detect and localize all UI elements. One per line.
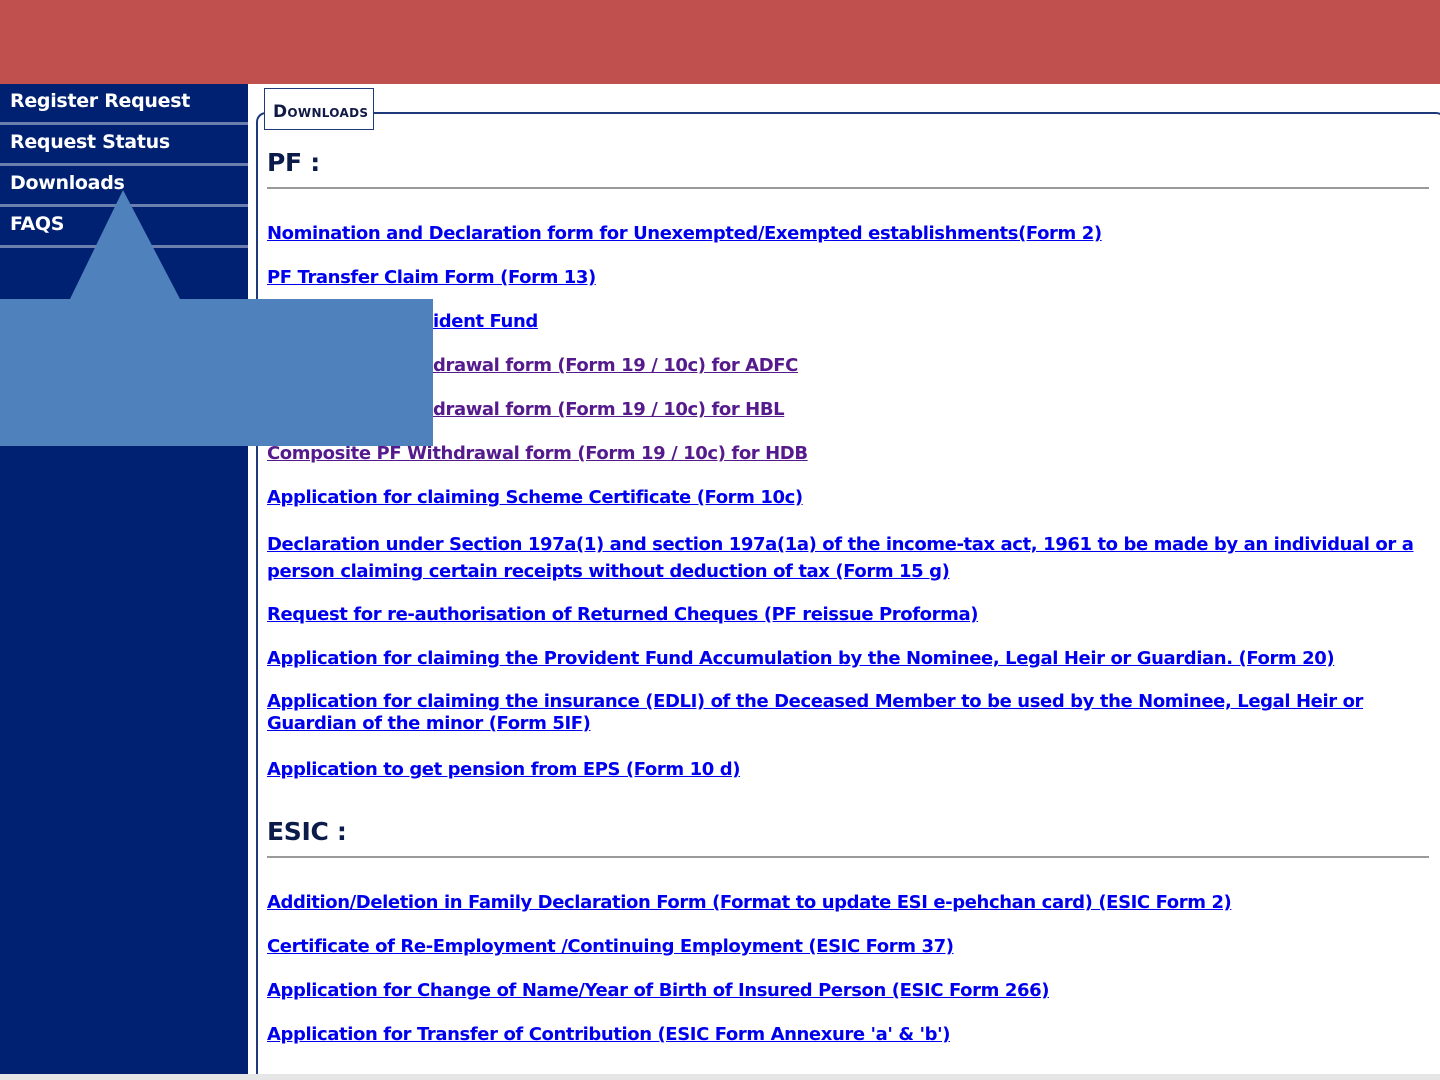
sidebar-item-faqs[interactable]: FAQS	[0, 207, 248, 248]
esic-heading: ESIC :	[267, 817, 347, 846]
esic-link-annexure[interactable]: Application for Transfer of Contribution…	[267, 1022, 1417, 1048]
pf-link-form-10c[interactable]: Application for claiming Scheme Certific…	[267, 485, 1417, 511]
esic-divider	[267, 856, 1429, 858]
pf-heading: PF :	[267, 148, 320, 177]
pf-link-reissue-proforma[interactable]: Request for re-authorisation of Returned…	[267, 602, 1417, 628]
pf-link-form-2[interactable]: Nomination and Declaration form for Unex…	[267, 221, 1417, 247]
panel-legend: Downloads	[264, 88, 374, 130]
esic-link-form-266[interactable]: Application for Change of Name/Year of B…	[267, 978, 1417, 1004]
pf-link-form-15g[interactable]: Declaration under Section 197a(1) and se…	[267, 531, 1417, 585]
sidebar-item-request-status[interactable]: Request Status	[0, 125, 248, 166]
pf-link-form-13[interactable]: PF Transfer Claim Form (Form 13)	[267, 265, 1417, 291]
pf-link-form-5if[interactable]: Application for claiming the insurance (…	[267, 691, 1417, 735]
bottom-strip	[0, 1074, 1440, 1080]
sidebar-nav: Register Request Request Status Download…	[0, 84, 248, 1074]
pf-link-form-20[interactable]: Application for claiming the Provident F…	[267, 646, 1417, 672]
sidebar-item-downloads[interactable]: Downloads	[0, 166, 248, 207]
pf-link-withdrawal-hbl[interactable]: drawal form (Form 19 / 10c) for HBL	[433, 397, 1440, 423]
top-banner	[0, 0, 1440, 84]
esic-link-form-37[interactable]: Certificate of Re-Employment /Continuing…	[267, 934, 1417, 960]
sidebar-item-register-request[interactable]: Register Request	[0, 84, 248, 125]
esic-link-form-2[interactable]: Addition/Deletion in Family Declaration …	[267, 890, 1417, 916]
pf-link-withdrawal-hdb[interactable]: Composite PF Withdrawal form (Form 19 / …	[267, 441, 1417, 467]
pf-divider	[267, 187, 1429, 189]
downloads-panel	[256, 112, 1440, 1074]
main-content: Downloads PF : Nomination and Declaratio…	[248, 84, 1440, 1074]
pf-link-withdrawal-adfc[interactable]: drawal form (Form 19 / 10c) for ADFC	[433, 353, 1440, 379]
pf-link-provident-fund[interactable]: ident Fund	[433, 309, 1440, 335]
pf-link-form-10d[interactable]: Application to get pension from EPS (For…	[267, 757, 1417, 783]
esic-link-partial[interactable]	[267, 1066, 1417, 1074]
